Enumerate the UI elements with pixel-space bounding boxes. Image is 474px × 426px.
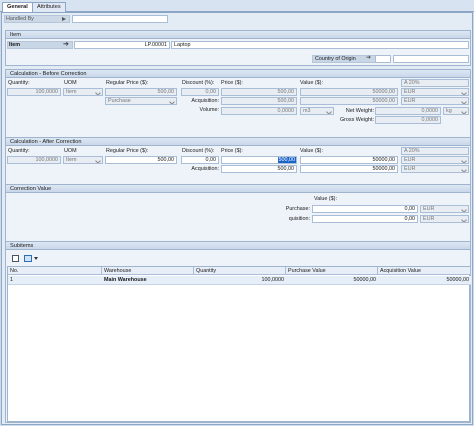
purchase-label: Purchase: bbox=[285, 206, 310, 212]
subitems-section-header: Subitems bbox=[6, 242, 470, 250]
currency-select[interactable]: EUR bbox=[401, 156, 469, 164]
col-quantity[interactable]: Quantity bbox=[194, 267, 286, 275]
acq-currency-select[interactable]: EUR bbox=[401, 165, 469, 173]
currency-select[interactable]: EUR bbox=[401, 88, 469, 96]
quantity-field[interactable]: 100,0000 bbox=[7, 156, 61, 164]
subitems-table: No. Warehouse Quantity Purchase Value Ac… bbox=[7, 266, 471, 422]
item-name[interactable]: Laptop bbox=[171, 41, 469, 49]
tab-strip: General Attributes bbox=[0, 0, 474, 13]
net-weight-label: Net Weight: bbox=[345, 108, 374, 114]
uom-label: UOM bbox=[64, 148, 77, 154]
acquisition-value-field[interactable]: 50000,00 bbox=[300, 97, 398, 105]
quantity-label: Quantity: bbox=[8, 80, 30, 86]
regular-price-field[interactable]: 500,00 bbox=[105, 88, 177, 96]
volume-field[interactable]: 0,0000 bbox=[221, 107, 297, 115]
uom-label: UOM bbox=[64, 80, 77, 86]
value-label: Value ($): bbox=[314, 196, 337, 202]
acquisition-currency-select[interactable]: EUR bbox=[420, 215, 469, 223]
after-correction-group: Calculation - After Correction Quantity:… bbox=[5, 137, 471, 185]
handled-by-input[interactable] bbox=[72, 15, 168, 23]
purchase-correction-field[interactable]: 0,00 bbox=[312, 205, 418, 213]
acquisition-label: Acquisition: bbox=[191, 166, 219, 172]
acquisition-price-field[interactable]: 500,00 bbox=[221, 97, 297, 105]
price-label: Price ($): bbox=[221, 148, 243, 154]
net-weight-field[interactable]: 0,0000 bbox=[375, 107, 441, 115]
before-correction-group: Calculation - Before Correction Quantity… bbox=[5, 69, 471, 145]
weight-unit-select[interactable]: kg bbox=[443, 107, 469, 115]
row-acquisition-value: 50000,00 bbox=[446, 277, 469, 283]
item-code[interactable]: LP.00001 bbox=[74, 41, 170, 49]
price-label: Price ($): bbox=[221, 80, 243, 86]
vat-rate: A 20% bbox=[401, 79, 469, 87]
quantity-label: Quantity: bbox=[8, 148, 30, 154]
item-group: Item Item ➔ LP.00001 Laptop Country of O… bbox=[5, 30, 471, 66]
discount-field[interactable]: 0,00 bbox=[181, 156, 219, 164]
regular-price-label: Regular Price ($): bbox=[106, 80, 149, 86]
discount-label: Discount (%): bbox=[182, 80, 215, 86]
col-warehouse[interactable]: Warehouse bbox=[102, 267, 194, 275]
col-no[interactable]: No. bbox=[8, 267, 102, 275]
row-purchase-value: 50000,00 bbox=[353, 277, 376, 283]
country-label: Country of Origin bbox=[315, 56, 356, 62]
tab-attributes[interactable]: Attributes bbox=[32, 2, 66, 12]
acquisition-price-field[interactable]: 500,00 bbox=[221, 165, 297, 173]
arrow-right-icon[interactable]: ➔ bbox=[366, 55, 371, 61]
price-field[interactable]: 500,00 bbox=[221, 88, 297, 96]
acquisition-label: Acquisition: bbox=[191, 98, 219, 104]
volume-label: Volume: bbox=[199, 107, 219, 113]
value-field[interactable]: 50000,00 bbox=[300, 156, 398, 164]
item-label: Item bbox=[9, 42, 21, 48]
regular-price-field[interactable]: 500,00 bbox=[105, 156, 177, 164]
uom-select[interactable]: Item bbox=[63, 156, 103, 164]
item-section-header: Item bbox=[6, 31, 470, 39]
subitems-group: Subitems No. Warehouse Quantity Purchase… bbox=[5, 241, 471, 423]
row-no: 1 bbox=[10, 277, 13, 283]
country-name[interactable] bbox=[393, 55, 469, 63]
after-section-header: Calculation - After Correction bbox=[6, 138, 470, 146]
quantity-field[interactable]: 100,0000 bbox=[7, 88, 61, 96]
country-code[interactable] bbox=[375, 55, 391, 63]
acquisition-label: quisition: bbox=[288, 216, 310, 222]
table-row[interactable]: 1 Main Warehouse 100,0000 50000,00 50000… bbox=[8, 276, 471, 285]
general-panel: Handled By Handled By Item Item ➔ LP.000… bbox=[1, 12, 473, 425]
value-label: Value ($): bbox=[300, 80, 323, 86]
chevron-down-icon[interactable] bbox=[34, 257, 38, 260]
gross-weight-field[interactable]: 0,0000 bbox=[375, 116, 441, 124]
discount-label: Discount (%): bbox=[182, 148, 215, 154]
col-purchase-value[interactable]: Purchase Value bbox=[286, 267, 378, 275]
vat-rate: A 20% bbox=[401, 147, 469, 155]
col-acquisition-value[interactable]: Acquisition Value bbox=[378, 267, 471, 275]
row-warehouse: Main Warehouse bbox=[104, 277, 147, 283]
handled-by-text: Handled By bbox=[6, 16, 34, 22]
row-quantity: 100,0000 bbox=[261, 277, 284, 283]
export-icon[interactable] bbox=[24, 255, 32, 262]
acquisition-value-field[interactable]: 50000,00 bbox=[300, 165, 398, 173]
grid-icon[interactable] bbox=[12, 255, 19, 262]
acquisition-correction-field[interactable]: 0,00 bbox=[312, 215, 418, 223]
regular-price-label: Regular Price ($): bbox=[106, 148, 149, 154]
price-type-select[interactable]: Purchase bbox=[105, 97, 177, 105]
arrow-right-icon[interactable]: ➔ bbox=[63, 41, 69, 48]
price-field[interactable]: 500,00 bbox=[221, 156, 297, 164]
correction-value-group: Correction Value Value ($): Purchase: 0,… bbox=[5, 184, 471, 246]
correction-section-header: Correction Value bbox=[6, 185, 470, 193]
uom-select[interactable]: Item bbox=[63, 88, 103, 96]
value-field[interactable]: 50000,00 bbox=[300, 88, 398, 96]
gross-weight-label: Gross Weight: bbox=[339, 117, 374, 123]
acq-currency-select[interactable]: EUR bbox=[401, 97, 469, 105]
value-label: Value ($): bbox=[300, 148, 323, 154]
before-section-header: Calculation - Before Correction bbox=[6, 70, 470, 78]
arrow-icon[interactable] bbox=[62, 17, 66, 21]
volume-unit-select[interactable]: m3 bbox=[300, 107, 334, 115]
purchase-currency-select[interactable]: EUR bbox=[420, 205, 469, 213]
discount-field[interactable]: 0,00 bbox=[181, 88, 219, 96]
